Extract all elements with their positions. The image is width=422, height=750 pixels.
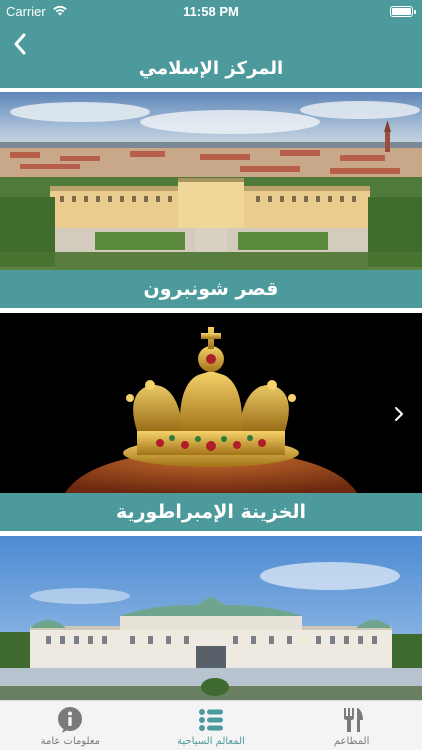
schonbrunn-palace-image bbox=[0, 92, 422, 270]
info-icon bbox=[58, 707, 83, 733]
belvedere-palace-image bbox=[0, 536, 422, 700]
attraction-label-imperial-treasury: الخزينة الإمبراطورية bbox=[0, 493, 422, 531]
attraction-card-imperial-treasury[interactable]: الخزينة الإمبراطورية bbox=[0, 313, 422, 531]
fork-knife-icon bbox=[343, 708, 363, 732]
nav-header: Carrier 11:58 PM المركز الإسلامي bbox=[0, 0, 422, 88]
chevron-left-icon bbox=[14, 33, 26, 55]
tab-label-tourist-attractions: المعالم السياحية bbox=[177, 736, 245, 747]
tab-label-general-info: معلومات عامة bbox=[40, 736, 101, 747]
clock-label: 11:58 PM bbox=[183, 4, 239, 19]
attraction-label-schonbrunn: قصر شونبرون bbox=[0, 270, 422, 308]
tab-bar: معلومات عامة المعالم السياحية المطاعم bbox=[0, 700, 422, 750]
tab-general-info[interactable]: معلومات عامة bbox=[0, 701, 140, 750]
battery-icon bbox=[390, 6, 416, 17]
status-bar: Carrier 11:58 PM bbox=[0, 0, 422, 24]
list-icon bbox=[198, 709, 223, 731]
chevron-right-icon[interactable] bbox=[392, 405, 406, 423]
attraction-card-schonbrunn[interactable]: قصر شونبرون bbox=[0, 92, 422, 308]
tab-restaurants[interactable]: المطاعم bbox=[282, 701, 422, 750]
back-button[interactable] bbox=[6, 30, 34, 58]
tab-tourist-attractions[interactable]: المعالم السياحية bbox=[141, 701, 281, 750]
attraction-card-belvedere[interactable] bbox=[0, 536, 422, 700]
tab-label-restaurants: المطاعم bbox=[333, 736, 370, 747]
imperial-crown-image bbox=[0, 313, 422, 493]
page-title: المركز الإسلامي bbox=[138, 58, 284, 79]
